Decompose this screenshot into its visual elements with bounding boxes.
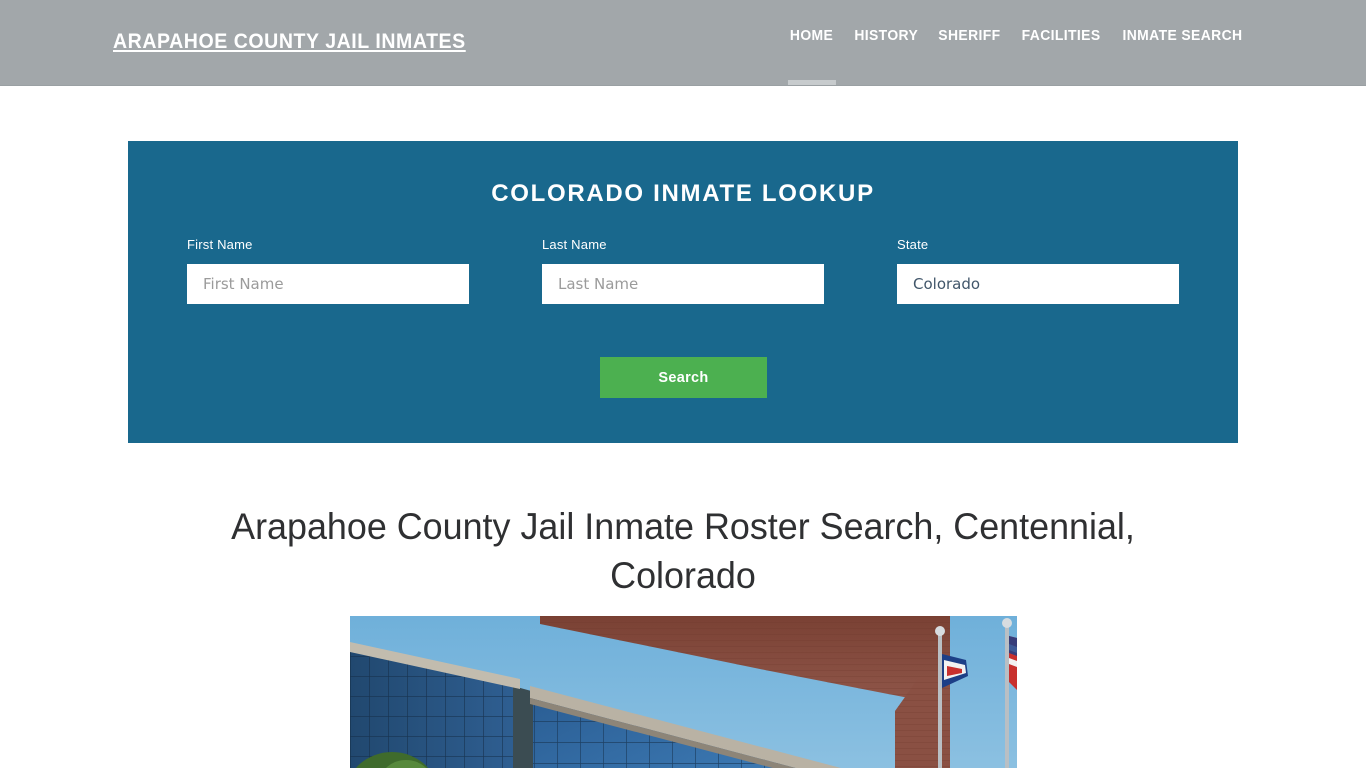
- last-name-field-group: Last Name: [542, 237, 824, 304]
- inmate-lookup-panel: COLORADO INMATE LOOKUP First Name Last N…: [128, 141, 1238, 443]
- site-header: ARAPAHOE COUNTY JAIL INMATES HOME HISTOR…: [0, 0, 1366, 86]
- search-button[interactable]: Search: [600, 357, 767, 398]
- nav-item-sheriff[interactable]: SHERIFF: [930, 28, 1010, 44]
- courthouse-photo: [350, 616, 1017, 768]
- courthouse-photo-image: [350, 616, 1017, 768]
- last-name-input[interactable]: [542, 264, 824, 304]
- lookup-panel-title: COLORADO INMATE LOOKUP: [491, 180, 875, 207]
- main-navigation: HOME HISTORY SHERIFF FACILITIES INMATE S…: [780, 28, 1254, 44]
- first-name-input[interactable]: [187, 264, 469, 304]
- state-input[interactable]: [897, 264, 1179, 304]
- nav-item-history[interactable]: HISTORY: [845, 28, 926, 44]
- nav-item-home[interactable]: HOME: [782, 28, 843, 44]
- nav-item-facilities[interactable]: FACILITIES: [1013, 28, 1109, 44]
- first-name-field-group: First Name: [187, 237, 469, 304]
- state-field-group: State: [897, 237, 1179, 304]
- state-label: State: [897, 237, 929, 252]
- first-name-label: First Name: [187, 237, 253, 252]
- nav-item-inmate-search[interactable]: INMATE SEARCH: [1114, 28, 1251, 44]
- last-name-label: Last Name: [542, 237, 607, 252]
- site-title[interactable]: ARAPAHOE COUNTY JAIL INMATES: [113, 30, 466, 54]
- page-title: Arapahoe County Jail Inmate Roster Searc…: [231, 506, 1135, 596]
